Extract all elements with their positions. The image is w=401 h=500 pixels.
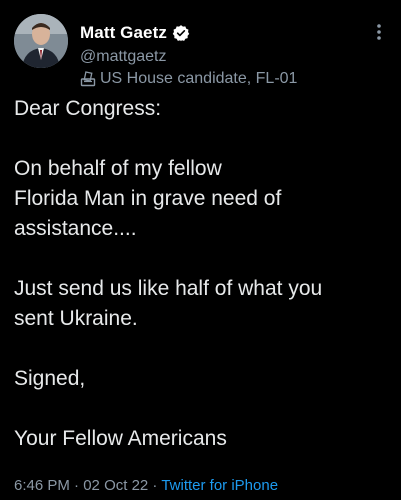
name-row: Matt Gaetz: [80, 22, 190, 44]
tweet-text: Dear Congress: On behalf of my fellow Fl…: [14, 94, 392, 454]
tweet-paragraph: On behalf of my fellow Florida Man in gr…: [14, 157, 282, 240]
tweet-paragraph: Just send us like half of what you sent …: [14, 277, 323, 330]
avatar[interactable]: [14, 14, 68, 68]
account-label: US House candidate, FL-01: [80, 70, 297, 88]
tweet-meta: 6:46 PM · 02 Oct 22 · Twitter for iPhone: [14, 477, 278, 494]
tweet-paragraph: Signed,: [14, 367, 86, 390]
ballot-box-icon: [80, 71, 96, 87]
tweet-paragraph: Dear Congress:: [14, 97, 162, 120]
meta-separator: ·: [148, 477, 162, 494]
handle[interactable]: @mattgaetz: [80, 48, 167, 66]
tweet: Matt Gaetz @mattgaetz US House candidate…: [0, 0, 401, 500]
more-options-icon[interactable]: [371, 20, 387, 44]
meta-separator: ·: [69, 477, 84, 494]
avatar-image: [14, 14, 68, 68]
tweet-date[interactable]: 02 Oct 22: [83, 477, 148, 494]
tweet-paragraph: Your Fellow Americans: [14, 427, 227, 450]
account-label-text: US House candidate, FL-01: [100, 70, 298, 87]
verified-badge-icon: [172, 24, 190, 42]
tweet-time[interactable]: 6:46 PM: [14, 477, 70, 494]
tweet-source-link[interactable]: Twitter for iPhone: [161, 477, 278, 494]
display-name[interactable]: Matt Gaetz: [80, 23, 167, 43]
